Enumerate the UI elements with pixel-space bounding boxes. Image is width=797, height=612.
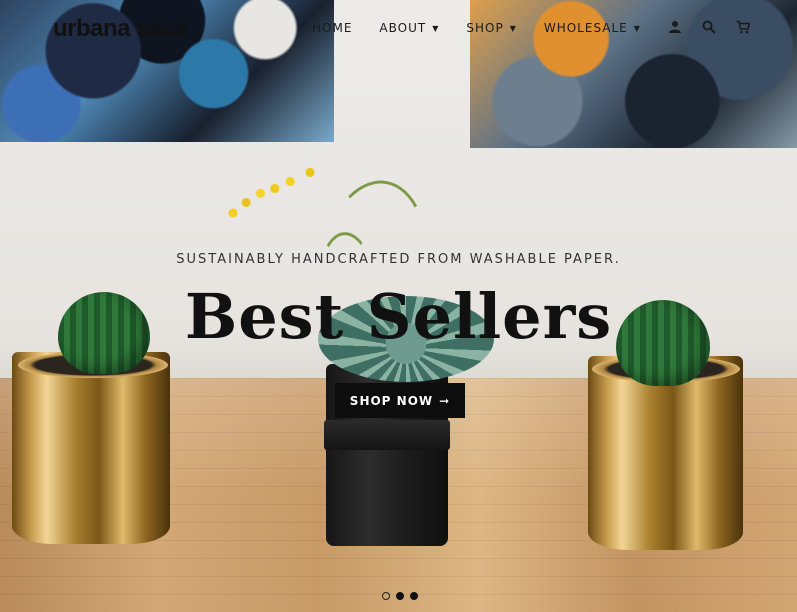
- arrow-right-icon: ➞: [439, 393, 451, 408]
- slider-dot[interactable]: [382, 592, 390, 600]
- nav-item-label: SHOP: [466, 21, 504, 35]
- hero-headline: Best Sellers: [184, 280, 613, 353]
- header-icons: [668, 20, 750, 34]
- slider-dot[interactable]: [410, 592, 418, 600]
- nav-item-shop[interactable]: SHOP ▼: [466, 21, 516, 35]
- nav-item-wholesale[interactable]: WHOLESALE ▼: [544, 21, 641, 35]
- nav-item-label: WHOLESALE: [543, 21, 628, 35]
- slider-dots: [382, 592, 418, 600]
- cta-label: SHOP NOW: [349, 393, 434, 408]
- nav-item-about[interactable]: ABOUT ▼: [379, 21, 439, 35]
- chevron-down-icon: ▼: [432, 23, 440, 33]
- gold-pot-left: [12, 352, 170, 544]
- search-icon[interactable]: [702, 20, 716, 34]
- shop-now-button[interactable]: SHOP NOW ➞: [335, 383, 465, 418]
- yellow-flowers: [222, 164, 332, 234]
- main-nav: HOME ABOUT ▼ SHOP ▼ WHOLESALE ▼: [312, 21, 641, 35]
- chevron-down-icon: ▼: [509, 23, 517, 33]
- nav-item-label: HOME: [312, 21, 353, 35]
- nav-item-home[interactable]: HOME: [312, 21, 352, 35]
- slider-dot[interactable]: [396, 592, 404, 600]
- account-icon[interactable]: [668, 20, 682, 34]
- nav-item-label: ABOUT: [379, 21, 427, 35]
- chevron-down-icon: ▼: [633, 23, 641, 33]
- site-header: urbana sacs HOME ABOUT ▼ SHOP ▼ WHOLESAL…: [0, 0, 797, 58]
- hero-slideshow: urbana sacs HOME ABOUT ▼ SHOP ▼ WHOLESAL…: [0, 0, 797, 612]
- site-logo[interactable]: urbana sacs: [53, 15, 188, 43]
- cart-icon[interactable]: [736, 20, 750, 34]
- hero-tagline: SUSTAINABLY HANDCRAFTED FROM WASHABLE PA…: [176, 252, 621, 267]
